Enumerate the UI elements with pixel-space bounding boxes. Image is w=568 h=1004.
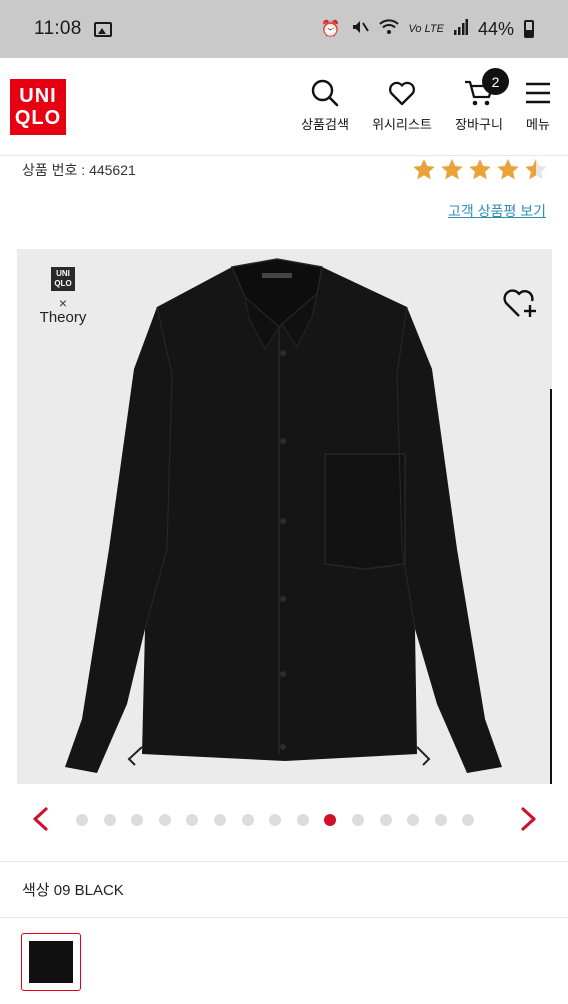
carousel-dot[interactable] bbox=[158, 814, 171, 826]
nav-search-label: 상품검색 bbox=[301, 117, 349, 132]
logo-line-2: QLO bbox=[14, 107, 62, 129]
carousel-dot[interactable] bbox=[462, 814, 475, 826]
image-carousel-controls bbox=[0, 800, 568, 840]
status-bar: 11:08 ⏰ Vo LTE 44% bbox=[0, 0, 568, 58]
nav-menu-button[interactable]: 메뉴 bbox=[520, 78, 556, 133]
carousel-dot[interactable] bbox=[407, 814, 420, 826]
signal-icon bbox=[453, 18, 468, 40]
wifi-icon bbox=[378, 18, 399, 40]
search-icon bbox=[311, 79, 339, 107]
carousel-dot[interactable] bbox=[76, 814, 88, 826]
carousel-dot-active[interactable] bbox=[324, 814, 337, 826]
carousel-dot[interactable] bbox=[379, 814, 392, 826]
nav-cart-label: 장바구니 bbox=[455, 117, 503, 132]
carousel-dots bbox=[76, 814, 475, 826]
star-icon bbox=[497, 159, 519, 180]
mute-icon bbox=[351, 18, 369, 41]
battery-icon bbox=[524, 20, 534, 38]
site-header: UNI QLO 상품검색 위시리스트 2 장바구니 메뉴 bbox=[0, 58, 568, 156]
star-icon bbox=[413, 159, 435, 180]
nav-wishlist-label: 위시리스트 bbox=[372, 117, 432, 132]
color-swatch-fill bbox=[29, 941, 73, 983]
status-time: 11:08 bbox=[34, 18, 82, 39]
uniqlo-logo[interactable]: UNI QLO bbox=[10, 79, 66, 135]
gallery-icon bbox=[93, 21, 112, 37]
logo-line-1: UNI bbox=[19, 85, 57, 107]
color-label: 색상 09 BLACK bbox=[22, 882, 124, 899]
nav-cart-button[interactable]: 2 장바구니 bbox=[450, 68, 509, 133]
nav-wishlist-button[interactable]: 위시리스트 bbox=[368, 78, 436, 133]
carousel-dot[interactable] bbox=[213, 814, 226, 826]
shirt-illustration bbox=[65, 258, 502, 773]
image-scroll-indicator bbox=[550, 389, 552, 784]
nav-search-button[interactable]: 상품검색 bbox=[298, 78, 352, 133]
section-divider bbox=[0, 861, 568, 862]
battery-percent: 44% bbox=[477, 18, 514, 39]
carousel-next-arrow-icon[interactable] bbox=[517, 806, 539, 832]
carousel-dot[interactable] bbox=[186, 814, 199, 826]
carousel-dot[interactable] bbox=[131, 814, 144, 826]
carousel-dot[interactable] bbox=[351, 814, 364, 826]
customer-review-link[interactable]: 고객 상품평 보기 bbox=[448, 201, 546, 221]
status-icons: ⏰ Vo LTE 44% bbox=[321, 18, 534, 41]
nav-menu-label: 메뉴 bbox=[526, 117, 550, 132]
carousel-prev-arrow-icon[interactable] bbox=[30, 806, 52, 832]
carousel-dot[interactable] bbox=[296, 814, 309, 826]
cart-count-badge: 2 bbox=[482, 68, 509, 95]
carousel-dot[interactable] bbox=[241, 814, 254, 826]
carousel-dot[interactable] bbox=[103, 814, 116, 826]
heart-icon bbox=[389, 81, 415, 106]
carousel-dot[interactable] bbox=[269, 814, 282, 826]
hamburger-menu-icon bbox=[526, 82, 550, 104]
star-icon bbox=[469, 159, 491, 180]
section-divider bbox=[0, 917, 568, 918]
rating-stars bbox=[412, 158, 548, 181]
carousel-dot[interactable] bbox=[434, 814, 447, 826]
product-image[interactable]: UNI QLO × Theory bbox=[17, 249, 552, 784]
volte-label: Vo LTE bbox=[408, 23, 444, 35]
half-star-icon bbox=[525, 159, 547, 180]
star-icon bbox=[441, 159, 463, 180]
product-number: 상품 번호 : 445621 bbox=[22, 162, 136, 178]
color-swatch-black[interactable] bbox=[21, 933, 81, 991]
alarm-icon: ⏰ bbox=[320, 21, 341, 38]
